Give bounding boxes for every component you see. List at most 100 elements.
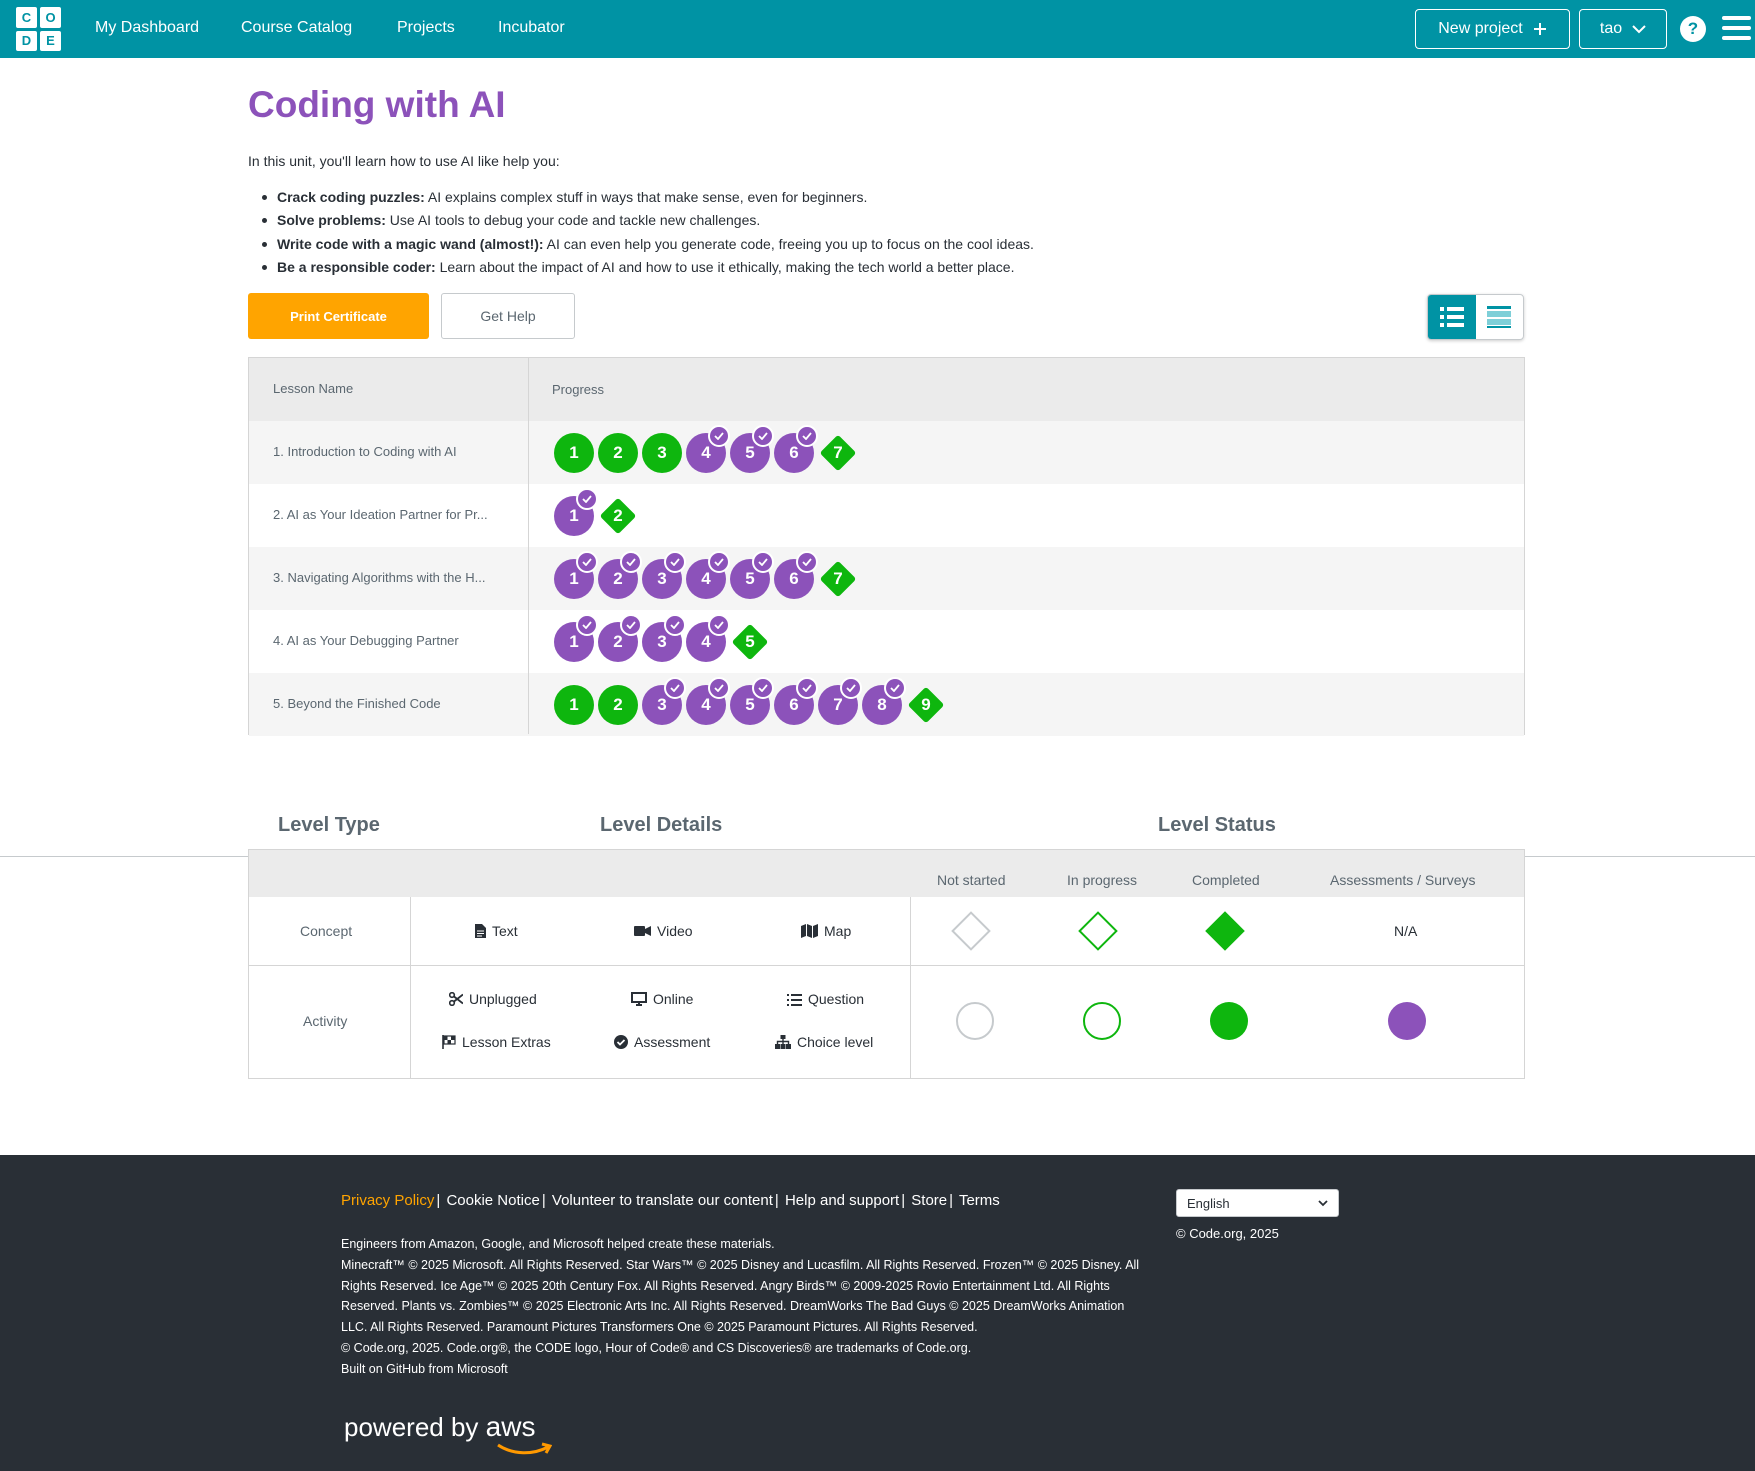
level-bubble[interactable]: 1 [554, 685, 594, 725]
level-bubble[interactable]: 6 [774, 551, 818, 599]
level-bubble[interactable]: 5 [730, 551, 774, 599]
key-lesson-extras-label: Lesson Extras [462, 1034, 551, 1050]
monitor-icon [631, 992, 647, 1006]
privacy-policy-link[interactable]: Privacy Policy [341, 1192, 434, 1209]
level-bubble[interactable]: 1 [554, 614, 598, 662]
status-assessments: Assessments / Surveys [1330, 872, 1476, 888]
level-number: 1 [569, 569, 579, 588]
new-project-button[interactable]: New project [1415, 9, 1570, 49]
divider [410, 897, 411, 1079]
level-bubble[interactable]: 4 [686, 551, 730, 599]
powered-by-aws-logo[interactable]: powered by aws [344, 1411, 552, 1455]
bullet-bold: Write code with a magic wand (almost!): [277, 235, 544, 252]
level-bubble[interactable]: 7 [818, 677, 862, 725]
level-bubble[interactable]: 3 [642, 614, 686, 662]
top-nav-bar: C O D E My Dashboard Course Catalog Proj… [0, 0, 1755, 58]
level-bubble[interactable]: 2 [598, 433, 638, 473]
level-bubble[interactable]: 3 [642, 677, 686, 725]
level-diamond[interactable]: 7 [818, 559, 858, 599]
divider [249, 965, 1524, 966]
summary-view-button[interactable] [1428, 295, 1476, 339]
level-bubble[interactable]: 5 [730, 677, 774, 725]
footer-line: Minecraft™ © 2025 Microsoft. All Rights … [341, 1257, 1140, 1335]
level-bubble[interactable]: 4 [686, 425, 730, 473]
level-bubble[interactable]: 5 [730, 425, 774, 473]
check-icon [620, 614, 642, 636]
level-bubble[interactable]: 4 [686, 677, 730, 725]
help-icon[interactable]: ? [1680, 16, 1706, 42]
level-bubble[interactable]: 1 [554, 551, 598, 599]
bullet-bold: Be a responsible coder: [277, 258, 436, 275]
level-number: 4 [701, 569, 711, 588]
level-diamond[interactable]: 9 [906, 685, 946, 725]
level-bubble[interactable]: 8 [862, 677, 906, 725]
level-bubble[interactable]: 6 [774, 677, 818, 725]
document-icon [475, 924, 486, 938]
status-not-started: Not started [937, 872, 1006, 888]
level-diamond[interactable]: 5 [730, 622, 770, 662]
logo-letter: C [16, 7, 37, 28]
footer-line: Built on GitHub from Microsoft [341, 1361, 508, 1376]
level-number: 1 [569, 695, 579, 714]
level-bubble[interactable]: 3 [642, 433, 682, 473]
lesson-name[interactable]: 3. Navigating Algorithms with the H... [273, 570, 513, 585]
check-icon [576, 488, 598, 510]
help-support-link[interactable]: Help and support [785, 1192, 899, 1209]
status-completed: Completed [1192, 872, 1260, 888]
detail-view-button[interactable] [1476, 295, 1524, 339]
level-number: 6 [789, 443, 799, 462]
user-menu-button[interactable]: tao [1579, 9, 1667, 49]
level-diamond[interactable]: 7 [818, 433, 858, 473]
lesson-name-header: Lesson Name [273, 381, 354, 396]
cookie-notice-link[interactable]: Cookie Notice [446, 1192, 539, 1209]
level-bubble[interactable]: 4 [686, 614, 730, 662]
progress-header: Progress [552, 382, 605, 397]
key-video: Video [634, 923, 693, 939]
nav-course-catalog[interactable]: Course Catalog [241, 19, 352, 37]
aws-smile-icon [497, 1442, 552, 1455]
level-number: 5 [745, 695, 755, 714]
level-diamond[interactable]: 2 [598, 496, 638, 536]
level-bubble[interactable]: 6 [774, 425, 818, 473]
concept-completed-symbol [1205, 911, 1245, 951]
terms-link[interactable]: Terms [959, 1192, 1000, 1209]
check-icon [752, 677, 774, 699]
nav-projects[interactable]: Projects [397, 19, 455, 37]
level-number: 3 [657, 632, 667, 651]
level-number: 2 [613, 506, 623, 525]
nav-incubator[interactable]: Incubator [498, 19, 565, 37]
level-bubble[interactable]: 2 [598, 551, 642, 599]
bullet-bold: Solve problems: [277, 212, 386, 229]
check-icon [576, 614, 598, 636]
level-number: 9 [921, 695, 931, 714]
lesson-name[interactable]: 1. Introduction to Coding with AI [273, 444, 513, 459]
unit-intro: In this unit, you'll learn how to use AI… [248, 153, 560, 169]
lesson-name[interactable]: 5. Beyond the Finished Code [273, 696, 513, 711]
new-project-label: New project [1438, 20, 1523, 37]
hamburger-menu-icon[interactable] [1722, 16, 1751, 40]
level-bubble[interactable]: 1 [554, 488, 598, 536]
level-type-heading: Level Type [278, 814, 380, 836]
logo-letter: O [40, 7, 61, 28]
level-number: 5 [745, 569, 755, 588]
check-icon [796, 551, 818, 573]
level-bubble[interactable]: 1 [554, 433, 594, 473]
lesson-name[interactable]: 4. AI as Your Debugging Partner [273, 633, 513, 648]
code-org-logo[interactable]: C O D E [16, 7, 61, 51]
check-icon [664, 551, 686, 573]
lesson-row: 5. Beyond the Finished Code 1 2 3 4 5 6 7 8 9 [249, 673, 1524, 736]
level-bubble[interactable]: 2 [598, 685, 638, 725]
print-certificate-button[interactable]: Print Certificate [248, 293, 429, 339]
volunteer-translate-link[interactable]: Volunteer to translate our content [552, 1192, 773, 1209]
bullet-item: Write code with a magic wand (almost!): … [262, 233, 1034, 256]
get-help-button[interactable]: Get Help [441, 293, 575, 339]
store-link[interactable]: Store [911, 1192, 947, 1209]
level-bubble[interactable]: 3 [642, 551, 686, 599]
nav-my-dashboard[interactable]: My Dashboard [95, 19, 199, 37]
bullet-text: Use AI tools to debug your code and tack… [385, 212, 761, 229]
progress-table-header [249, 358, 1524, 421]
check-icon [664, 614, 686, 636]
language-select[interactable]: English [1176, 1189, 1339, 1217]
level-bubble[interactable]: 2 [598, 614, 642, 662]
lesson-name[interactable]: 2. AI as Your Ideation Partner for Pr... [273, 507, 513, 522]
